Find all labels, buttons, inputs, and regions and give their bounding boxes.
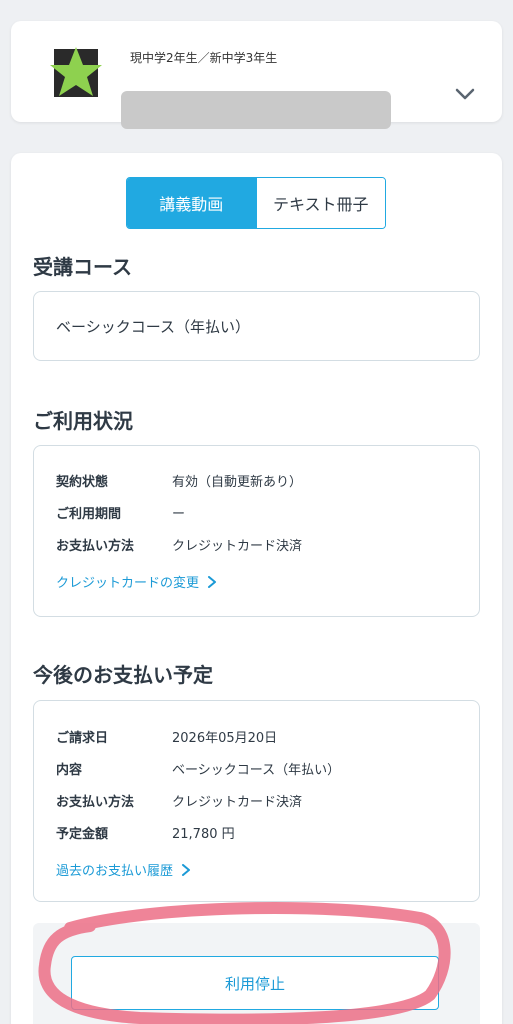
payment-history-label: 過去のお支払い履歴 [56, 864, 174, 879]
payment-row-value: 2026年05月20日 [172, 731, 278, 746]
tab-lecture-videos[interactable]: 講義動画 [127, 178, 256, 228]
tab-text-booklets[interactable]: テキスト冊子 [255, 178, 385, 228]
usage-row: ご利用期間 ー [56, 503, 185, 522]
payment-row-value: クレジットカード決済 [172, 795, 303, 810]
payment-row-key: お支払い方法 [56, 795, 135, 810]
usage-row: 契約状態 有効（自動更新あり） [56, 471, 302, 490]
main-panel: 講義動画 テキスト冊子 受講コース ベーシックコース（年払い） ご利用状況 契約… [11, 153, 502, 1024]
student-name-redacted [121, 91, 391, 129]
tab-group: 講義動画 テキスト冊子 [126, 177, 386, 229]
change-credit-card-link[interactable]: クレジットカードの変更 [56, 572, 217, 591]
payment-box: ご請求日 2026年05月20日 内容 ベーシックコース（年払い） お支払い方法… [33, 700, 480, 902]
payment-row: 内容 ベーシックコース（年払い） [56, 759, 340, 778]
chevron-down-icon[interactable] [454, 83, 476, 105]
usage-row: お支払い方法 クレジットカード決済 [56, 535, 302, 554]
usage-box: 契約状態 有効（自動更新あり） ご利用期間 ー お支払い方法 クレジットカード決… [33, 445, 480, 617]
payment-row-key: ご請求日 [56, 731, 109, 746]
grade-label: 現中学2年生／新中学3年生 [130, 51, 278, 65]
student-selector[interactable]: 現中学2年生／新中学3年生 [11, 21, 502, 129]
payment-row: お支払い方法 クレジットカード決済 [56, 791, 302, 810]
stop-area: 利用停止 [33, 923, 480, 1024]
course-section-title: 受講コース [33, 255, 132, 279]
usage-section-title: ご利用状況 [33, 409, 133, 433]
course-box: ベーシックコース（年払い） [33, 291, 480, 361]
payment-section-title: 今後のお支払い予定 [33, 663, 213, 687]
usage-row-value: ー [172, 507, 186, 522]
usage-row-key: ご利用期間 [56, 507, 122, 522]
usage-row-value: 有効（自動更新あり） [172, 475, 303, 490]
usage-row-key: 契約状態 [56, 475, 109, 490]
change-credit-card-label: クレジットカードの変更 [56, 576, 200, 591]
payment-row: 予定金額 21,780 円 [56, 823, 235, 842]
payment-row-key: 内容 [56, 763, 83, 778]
payment-row-key: 予定金額 [56, 827, 109, 842]
payment-history-link[interactable]: 過去のお支払い履歴 [56, 860, 191, 879]
stop-service-button[interactable]: 利用停止 [71, 956, 439, 1010]
payment-row-value: ベーシックコース（年払い） [172, 763, 341, 778]
payment-row: ご請求日 2026年05月20日 [56, 727, 277, 746]
payment-row-value: 21,780 円 [172, 827, 235, 842]
usage-row-value: クレジットカード決済 [172, 539, 303, 554]
chevron-right-icon [208, 575, 217, 588]
usage-row-key: お支払い方法 [56, 539, 135, 554]
avatar [44, 45, 108, 101]
chevron-right-icon [182, 863, 191, 876]
course-name: ベーシックコース（年払い） [56, 318, 250, 336]
